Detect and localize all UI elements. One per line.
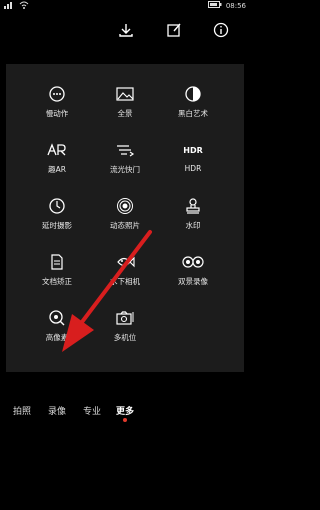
mode-panorama[interactable]: 全景 [90, 82, 160, 128]
mode-moving-photo[interactable]: 动态照片 [90, 194, 160, 240]
watermark-icon [186, 198, 200, 214]
mode-multi-camera[interactable]: 多机位 [90, 306, 160, 352]
mode-watermark[interactable]: 水印 [158, 194, 228, 240]
ar-icon [47, 143, 66, 156]
multi-camera-icon [116, 311, 134, 325]
hdr-icon: HDR [183, 145, 203, 155]
top-toolbar [0, 18, 250, 46]
download-button[interactable] [114, 18, 138, 42]
mode-ar[interactable]: 趣AR [22, 138, 92, 184]
info-button[interactable] [209, 18, 233, 42]
mode-slow-motion[interactable]: 慢动作 [22, 82, 92, 128]
panorama-icon [116, 87, 134, 101]
edit-icon [167, 23, 181, 37]
tab-pro[interactable]: 专业 [83, 404, 101, 417]
signal-icon [4, 1, 14, 11]
slowmo-icon [49, 86, 65, 102]
monochrome-icon [185, 86, 201, 102]
active-tab-indicator [123, 418, 127, 422]
timelapse-icon [49, 198, 65, 214]
mode-dual-view[interactable]: 双景录像 [158, 250, 228, 296]
edit-button[interactable] [162, 18, 186, 42]
mode-high-res[interactable]: 高像素 [22, 306, 92, 352]
tab-video[interactable]: 录像 [48, 404, 66, 417]
mode-underwater[interactable]: 水下相机 [90, 250, 160, 296]
high-res-icon [49, 310, 65, 326]
mode-timelapse[interactable]: 延时摄影 [22, 194, 92, 240]
battery-icon [207, 1, 222, 10]
mode-hdr[interactable]: HDR HDR [158, 138, 228, 184]
document-scan-icon [51, 254, 63, 270]
info-icon [213, 22, 229, 38]
wifi-icon [19, 1, 29, 11]
clock: 08:56 [225, 1, 246, 10]
dual-view-icon [182, 256, 204, 268]
mode-monochrome[interactable]: 黑白艺术 [158, 82, 228, 128]
camera-mode-tabs: 拍照 录像 专业 更多 [0, 404, 250, 430]
tab-photo[interactable]: 拍照 [13, 404, 31, 417]
more-modes-panel: 慢动作 全景 黑白艺术 趣AR 流光快门 HDR HDR 延时摄影 动态照片 水… [6, 64, 244, 372]
status-bar: 08:56 [0, 0, 250, 12]
tab-more[interactable]: 更多 [116, 404, 134, 417]
underwater-icon [117, 256, 135, 268]
light-trail-icon [117, 145, 135, 157]
mode-document-scan[interactable]: 文档矫正 [22, 250, 92, 296]
download-icon [119, 24, 133, 37]
moving-photo-icon [117, 198, 133, 214]
mode-light-trail[interactable]: 流光快门 [90, 138, 160, 184]
